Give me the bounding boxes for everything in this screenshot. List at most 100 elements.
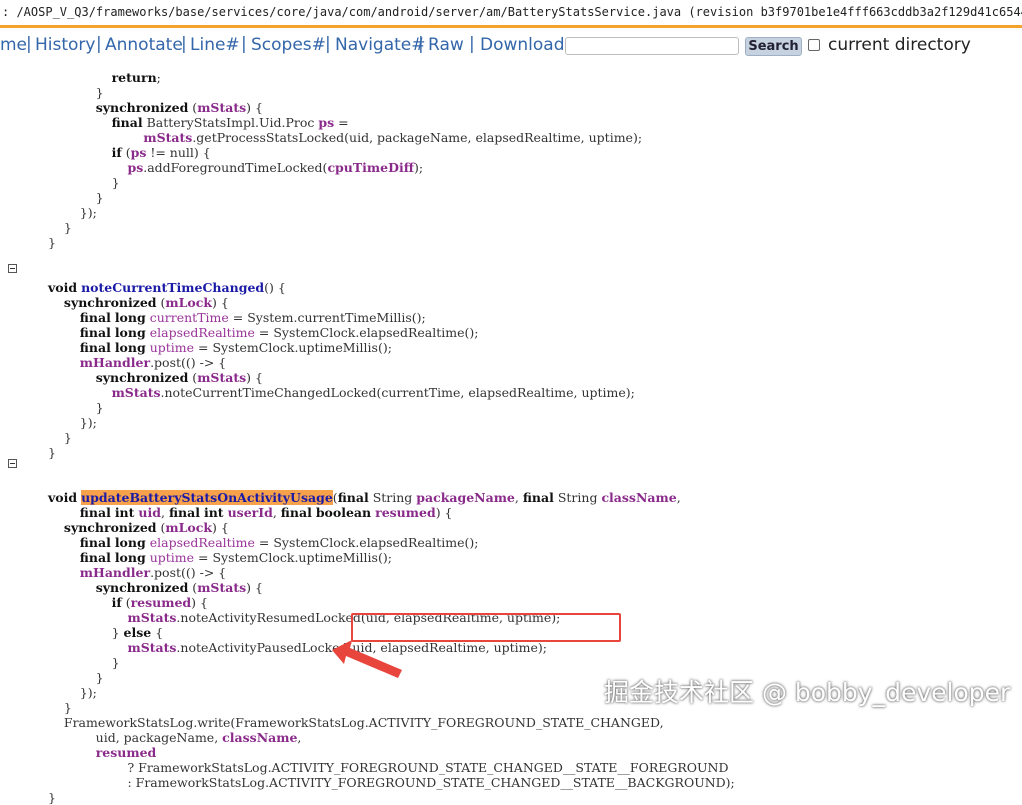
code-token: ( [121,145,131,160]
file-path: : /AOSP_V_Q3/frameworks/base/services/co… [2,5,1022,19]
code-token: final [79,340,111,355]
nav-raw-link[interactable]: Raw [428,35,464,55]
code-token: ( [188,580,198,595]
code-token: mStats [197,580,247,595]
code-token: ) { [246,100,263,115]
code-token: uptime [149,340,195,355]
code-token: mLock [165,520,213,535]
code-token: BatteryStatsImpl.Uid.Proc [142,115,319,130]
code-line: synchronized (mStats) { [48,370,263,385]
nav-download-link[interactable]: Download [480,35,565,55]
nav-history-link[interactable]: History [35,35,95,55]
search-button[interactable]: Search [745,37,802,56]
code-line: synchronized (mLock) { [48,520,229,535]
code-line: ps.addForegroundTimeLocked(cpuTimeDiff); [48,160,423,175]
code-token: , [297,730,302,745]
code-token: mStats [197,100,247,115]
code-token: resumed [375,505,436,520]
code-token: void [48,490,78,505]
code-token: .getProcessStatsLocked(uid, packageName,… [192,130,643,145]
code-token: final [79,310,111,325]
fold-toggle-icon[interactable] [8,264,17,273]
code-token: uptime [149,550,195,565]
code-line: }); [48,415,97,430]
nav-separator: | [469,34,475,54]
code-line: } [48,400,104,415]
code-token: }); [48,415,97,430]
code-line: final int uid, final int userId, final b… [48,505,453,520]
code-token: mStats [111,385,161,400]
code-token: ) { [246,370,263,385]
nav-separator: | [325,34,331,54]
code-token: mHandler [79,565,151,580]
code-token: ) { [212,295,229,310]
code-token: userId [227,505,273,520]
code-token: } [48,700,72,715]
code-token: .post(() -> { [150,355,227,370]
code-token: noteCurrentTimeChanged [81,280,265,295]
code-token: synchronized [63,295,157,310]
code-token: elapsedRealtime [149,535,255,550]
code-line: final long elapsedRealtime = SystemClock… [48,535,479,550]
code-token: int [203,505,224,520]
code-token: (); [411,310,426,325]
code-token: className [601,490,677,505]
code-token: synchronized [95,370,189,385]
nav-home-link[interactable]: me [0,35,27,55]
search-input[interactable] [565,37,739,55]
code-token: = SystemClock.uptimeMillis(); [194,340,392,355]
code-token: mStats [127,640,177,655]
code-line: synchronized (mLock) { [48,295,229,310]
code-line: } [48,175,120,190]
current-directory-checkbox[interactable] [808,39,820,51]
fold-toggle-icon[interactable] [8,459,17,468]
code-line: } [48,190,104,205]
code-token: () { [264,280,286,295]
code-token: , [514,490,523,505]
code-token: , [676,490,681,505]
code-token: final [522,490,554,505]
code-line: if (ps != null) { [48,145,211,160]
nav-scopes-link[interactable]: Scopes# [251,35,326,55]
code-line: } [48,445,56,460]
nav-navigate-link[interactable]: Navigate# [335,35,426,55]
code-token: = SystemClock.elapsedRealtime(); [254,535,479,550]
code-token: } [48,400,104,415]
code-token: mStats [143,130,193,145]
code-line: }); [48,205,97,220]
code-token: = [334,115,349,130]
code-token: } [48,175,120,190]
code-token: = SystemClock.uptimeMillis(); [194,550,392,565]
code-token: final [79,325,111,340]
code-line: } [48,700,72,715]
code-token: } [48,655,120,670]
code-token: String [553,490,602,505]
code-token: final [337,490,369,505]
code-line: } else { [48,625,164,640]
code-line: } [48,655,120,670]
code-token: resumed [95,745,157,760]
nav-bar: me | History | Annotate | Line# | Scopes… [0,31,1022,61]
code-token: } [48,235,56,250]
nav-annotate-link[interactable]: Annotate [105,35,183,55]
code-line: } [48,235,56,250]
code-token: ? FrameworkStatsLog.ACTIVITY_FOREGROUND_… [48,760,729,775]
code-token: { [151,625,164,640]
annotation-arrow-icon [332,640,402,678]
code-token: ( [188,370,198,385]
nav-separator: | [96,34,102,54]
code-token: elapsedRealtime [149,325,255,340]
nav-line-numbers-link[interactable]: Line# [190,35,240,55]
code-token: return [111,70,157,85]
code-token: uid, packageName, [48,730,223,745]
annotation-highlight-box [351,613,621,642]
